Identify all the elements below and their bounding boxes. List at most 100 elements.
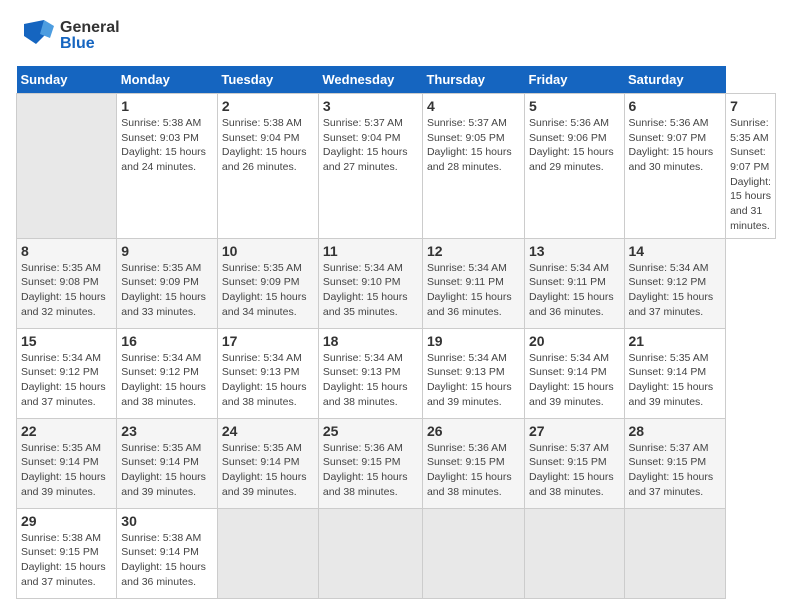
calendar-cell <box>422 508 524 598</box>
week-row-1: 1 Sunrise: 5:38 AMSunset: 9:03 PMDaylight… <box>17 94 776 239</box>
calendar-cell: 19Sunrise: 5:34 AMSunset: 9:13 PMDayligh… <box>422 328 524 418</box>
week-row-5: 29 Sunrise: 5:38 AMSunset: 9:15 PMDayligh… <box>17 508 776 598</box>
day-info: Sunrise: 5:34 AMSunset: 9:12 PMDaylight:… <box>21 351 112 410</box>
column-header-friday: Friday <box>525 66 625 94</box>
day-number: 18 <box>323 333 418 349</box>
day-number: 9 <box>121 243 213 259</box>
day-number: 26 <box>427 423 520 439</box>
week-row-2: 8Sunrise: 5:35 AMSunset: 9:08 PMDaylight… <box>17 238 776 328</box>
day-info: Sunrise: 5:34 AMSunset: 9:11 PMDaylight:… <box>529 261 620 320</box>
calendar-cell: 15Sunrise: 5:34 AMSunset: 9:12 PMDayligh… <box>17 328 117 418</box>
day-info: Sunrise: 5:34 AMSunset: 9:13 PMDaylight:… <box>323 351 418 410</box>
day-number: 28 <box>629 423 722 439</box>
day-number: 17 <box>222 333 314 349</box>
day-number: 3 <box>323 98 418 114</box>
day-info: Sunrise: 5:35 AMSunset: 9:14 PMDaylight:… <box>121 441 213 500</box>
calendar-cell: 14 Sunrise: 5:34 AMSunset: 9:12 PMDayligh… <box>624 238 726 328</box>
day-number: 5 <box>529 98 620 114</box>
day-number: 12 <box>427 243 520 259</box>
day-info: Sunrise: 5:35 AMSunset: 9:14 PMDaylight:… <box>21 441 112 500</box>
calendar-cell: 17 Sunrise: 5:34 AMSunset: 9:13 PMDayligh… <box>217 328 318 418</box>
column-header-thursday: Thursday <box>422 66 524 94</box>
calendar-cell: 20Sunrise: 5:34 AMSunset: 9:14 PMDayligh… <box>525 328 625 418</box>
day-info: Sunrise: 5:36 AMSunset: 9:15 PMDaylight:… <box>323 441 418 500</box>
day-number: 23 <box>121 423 213 439</box>
calendar-cell: 18 Sunrise: 5:34 AMSunset: 9:13 PMDayligh… <box>318 328 422 418</box>
calendar-cell: 3Sunrise: 5:37 AMSunset: 9:04 PMDaylight… <box>318 94 422 239</box>
day-number: 10 <box>222 243 314 259</box>
calendar-cell: 4 Sunrise: 5:37 AMSunset: 9:05 PMDaylight… <box>422 94 524 239</box>
day-info: Sunrise: 5:38 AMSunset: 9:04 PMDaylight:… <box>222 116 314 175</box>
day-number: 11 <box>323 243 418 259</box>
calendar-cell: 28 Sunrise: 5:37 AMSunset: 9:15 PMDayligh… <box>624 418 726 508</box>
logo-icon <box>16 16 56 56</box>
day-info: Sunrise: 5:36 AMSunset: 9:15 PMDaylight:… <box>427 441 520 500</box>
calendar-cell: 10 Sunrise: 5:35 AMSunset: 9:09 PMDayligh… <box>217 238 318 328</box>
day-info: Sunrise: 5:38 AMSunset: 9:14 PMDaylight:… <box>121 531 213 590</box>
logo-blue-text: Blue <box>60 36 120 52</box>
calendar-cell: 16 Sunrise: 5:34 AMSunset: 9:12 PMDayligh… <box>117 328 218 418</box>
calendar-cell: 21Sunrise: 5:35 AMSunset: 9:14 PMDayligh… <box>624 328 726 418</box>
calendar-cell: 29 Sunrise: 5:38 AMSunset: 9:15 PMDayligh… <box>17 508 117 598</box>
day-info: Sunrise: 5:36 AMSunset: 9:06 PMDaylight:… <box>529 116 620 175</box>
calendar-cell: 30Sunrise: 5:38 AMSunset: 9:14 PMDayligh… <box>117 508 218 598</box>
day-number: 7 <box>730 98 771 114</box>
calendar-cell: 6 Sunrise: 5:36 AMSunset: 9:07 PMDaylight… <box>624 94 726 239</box>
day-number: 14 <box>629 243 722 259</box>
day-info: Sunrise: 5:34 AMSunset: 9:12 PMDaylight:… <box>121 351 213 410</box>
day-info: Sunrise: 5:37 AMSunset: 9:15 PMDaylight:… <box>529 441 620 500</box>
calendar-cell: 7 Sunrise: 5:35 AMSunset: 9:07 PMDaylight… <box>726 94 776 239</box>
calendar-cell <box>624 508 726 598</box>
day-number: 16 <box>121 333 213 349</box>
day-info: Sunrise: 5:35 AMSunset: 9:09 PMDaylight:… <box>121 261 213 320</box>
day-info: Sunrise: 5:36 AMSunset: 9:07 PMDaylight:… <box>629 116 722 175</box>
day-info: Sunrise: 5:34 AMSunset: 9:11 PMDaylight:… <box>427 261 520 320</box>
column-header-tuesday: Tuesday <box>217 66 318 94</box>
day-info: Sunrise: 5:34 AMSunset: 9:12 PMDaylight:… <box>629 261 722 320</box>
day-info: Sunrise: 5:38 AMSunset: 9:15 PMDaylight:… <box>21 531 112 590</box>
day-info: Sunrise: 5:37 AMSunset: 9:05 PMDaylight:… <box>427 116 520 175</box>
day-number: 24 <box>222 423 314 439</box>
calendar-cell: 23 Sunrise: 5:35 AMSunset: 9:14 PMDayligh… <box>117 418 218 508</box>
logo-general-text: General <box>60 20 120 36</box>
day-number: 22 <box>21 423 112 439</box>
calendar-cell: 22 Sunrise: 5:35 AMSunset: 9:14 PMDayligh… <box>17 418 117 508</box>
calendar-cell: 1 Sunrise: 5:38 AMSunset: 9:03 PMDaylight… <box>117 94 218 239</box>
calendar-cell <box>525 508 625 598</box>
day-number: 29 <box>21 513 112 529</box>
calendar-cell: 2Sunrise: 5:38 AMSunset: 9:04 PMDaylight… <box>217 94 318 239</box>
day-number: 20 <box>529 333 620 349</box>
day-number: 4 <box>427 98 520 114</box>
calendar-cell: 12 Sunrise: 5:34 AMSunset: 9:11 PMDayligh… <box>422 238 524 328</box>
column-header-sunday: Sunday <box>17 66 117 94</box>
day-info: Sunrise: 5:34 AMSunset: 9:10 PMDaylight:… <box>323 261 418 320</box>
logo: GeneralBlue <box>16 16 120 56</box>
week-row-3: 15Sunrise: 5:34 AMSunset: 9:12 PMDayligh… <box>17 328 776 418</box>
column-header-monday: Monday <box>117 66 218 94</box>
day-info: Sunrise: 5:35 AMSunset: 9:07 PMDaylight:… <box>730 116 771 234</box>
calendar-cell: 25 Sunrise: 5:36 AMSunset: 9:15 PMDayligh… <box>318 418 422 508</box>
day-number: 8 <box>21 243 112 259</box>
day-info: Sunrise: 5:38 AMSunset: 9:03 PMDaylight:… <box>121 116 213 175</box>
day-number: 25 <box>323 423 418 439</box>
calendar-cell: 24 Sunrise: 5:35 AMSunset: 9:14 PMDayligh… <box>217 418 318 508</box>
day-info: Sunrise: 5:37 AMSunset: 9:15 PMDaylight:… <box>629 441 722 500</box>
day-info: Sunrise: 5:35 AMSunset: 9:14 PMDaylight:… <box>629 351 722 410</box>
day-info: Sunrise: 5:35 AMSunset: 9:09 PMDaylight:… <box>222 261 314 320</box>
column-header-wednesday: Wednesday <box>318 66 422 94</box>
calendar-cell: 9 Sunrise: 5:35 AMSunset: 9:09 PMDaylight… <box>117 238 218 328</box>
day-info: Sunrise: 5:34 AMSunset: 9:13 PMDaylight:… <box>222 351 314 410</box>
calendar-cell: 13Sunrise: 5:34 AMSunset: 9:11 PMDayligh… <box>525 238 625 328</box>
day-info: Sunrise: 5:34 AMSunset: 9:13 PMDaylight:… <box>427 351 520 410</box>
calendar-cell: 11 Sunrise: 5:34 AMSunset: 9:10 PMDayligh… <box>318 238 422 328</box>
calendar-cell <box>217 508 318 598</box>
day-number: 1 <box>121 98 213 114</box>
day-number: 6 <box>629 98 722 114</box>
day-info: Sunrise: 5:35 AMSunset: 9:14 PMDaylight:… <box>222 441 314 500</box>
calendar-cell: 26 Sunrise: 5:36 AMSunset: 9:15 PMDayligh… <box>422 418 524 508</box>
header-row: SundayMondayTuesdayWednesdayThursdayFrid… <box>17 66 776 94</box>
calendar-cell <box>318 508 422 598</box>
day-number: 27 <box>529 423 620 439</box>
week-row-4: 22 Sunrise: 5:35 AMSunset: 9:14 PMDayligh… <box>17 418 776 508</box>
calendar-cell <box>17 94 117 239</box>
